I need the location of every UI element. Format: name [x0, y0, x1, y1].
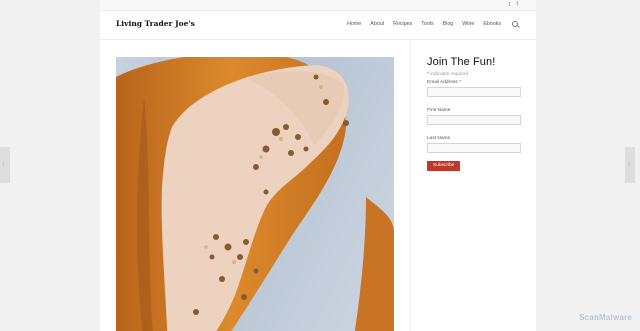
newsletter-signup: Join The Fun! * indicates required Email…	[427, 56, 523, 171]
sidebar-divider	[410, 40, 411, 331]
nav-item-recipes[interactable]: Recipes	[393, 21, 412, 27]
subscribe-button[interactable]: Subscribe	[427, 160, 461, 171]
nav-item-ebooks[interactable]: Ebooks	[483, 21, 501, 27]
facebook-icon[interactable]: f	[516, 1, 518, 9]
hero-image	[116, 57, 394, 331]
watermark: ScanMalware	[579, 313, 632, 322]
email-label: Email Address *	[427, 80, 523, 85]
nav-item-tools[interactable]: Tools	[421, 21, 433, 27]
top-bar: t f	[100, 0, 536, 11]
previous-post-tab[interactable]: ‹	[0, 147, 10, 183]
search-icon[interactable]	[512, 21, 518, 27]
email-label-text: Email Address	[427, 80, 458, 85]
first-name-label: First Name	[427, 108, 451, 113]
chevron-left-icon: ‹	[2, 159, 5, 168]
email-required-star: *	[459, 80, 461, 85]
nav-item-home[interactable]: Home	[347, 21, 361, 27]
signup-title: Join The Fun!	[427, 56, 496, 68]
first-name-field[interactable]	[427, 115, 521, 125]
nav-item-blog[interactable]: Blog	[443, 21, 454, 27]
social-links: t f	[509, 1, 518, 9]
required-note-text: indicates required	[430, 72, 469, 77]
last-name-field[interactable]	[427, 143, 521, 153]
page-container: t f Living Trader Joe's Home About Recip…	[100, 0, 536, 331]
site-header: Living Trader Joe's Home About Recipes T…	[100, 11, 536, 40]
nav-item-about[interactable]: About	[370, 21, 384, 27]
required-star: *	[427, 72, 429, 77]
site-logo[interactable]: Living Trader Joe's	[116, 19, 195, 28]
email-field[interactable]	[427, 87, 521, 97]
main-nav: Home About Recipes Tools Blog Wine Ebook…	[347, 21, 518, 27]
last-name-label: Last Name	[427, 136, 451, 141]
chevron-right-icon: ›	[628, 159, 631, 168]
required-note: * indicates required	[427, 72, 523, 77]
next-post-tab[interactable]: ›	[625, 147, 635, 183]
nav-item-wine[interactable]: Wine	[462, 21, 474, 27]
twitter-icon[interactable]: t	[509, 1, 511, 9]
